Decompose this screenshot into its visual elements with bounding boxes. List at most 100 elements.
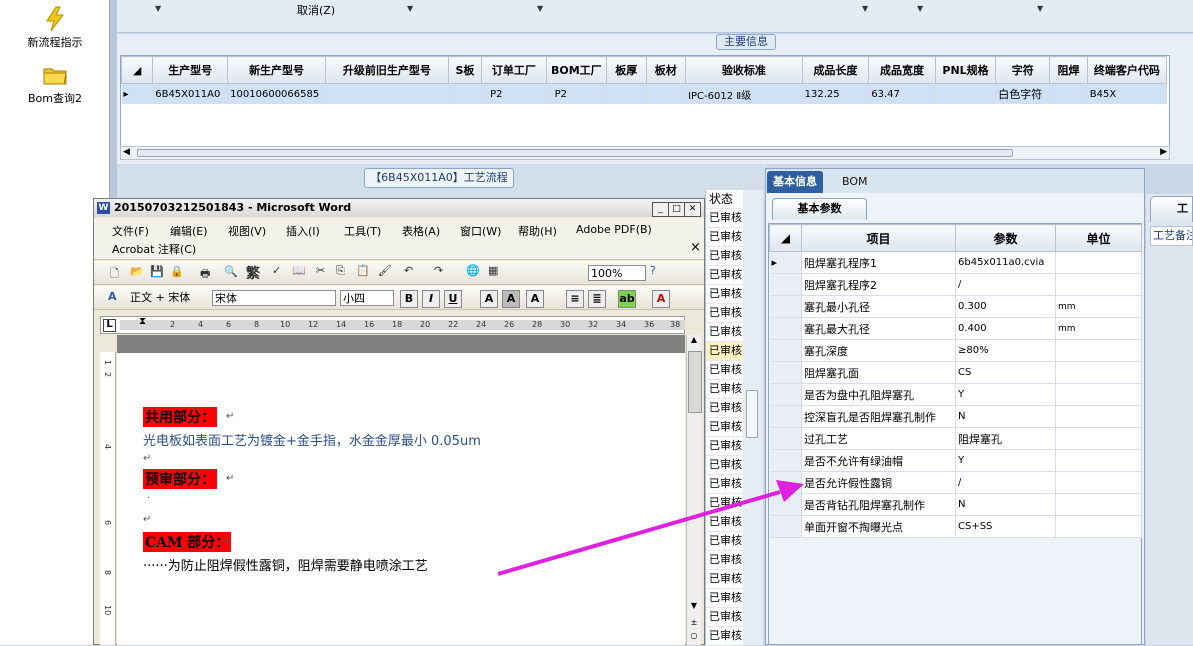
menu-table[interactable]: 表格(A) [402,223,440,239]
table-cell[interactable] [325,83,449,104]
col-header[interactable]: 升级前旧生产型号 [324,56,449,84]
dropdown-arrow-icon[interactable]: ▼ [917,4,923,13]
print-preview-icon[interactable]: 🔍 [224,265,238,278]
row-selector-icon[interactable]: ▸ [769,251,802,274]
table-cell[interactable]: P2 [481,83,547,104]
cancel-button[interactable]: 取消(Z) [297,2,335,18]
col-header[interactable]: PNL规格 [934,56,997,84]
status-cell[interactable]: 已审核 [706,266,744,285]
new-document-icon[interactable]: 🗋 [110,265,119,284]
table-row[interactable]: 是否背钻孔阻焊塞孔制作 N [769,493,1142,516]
status-cell[interactable]: 已审核 [706,380,744,399]
col-header[interactable]: 订单工厂 [481,56,547,84]
table-cell[interactable]: IPC-6012 Ⅱ级 [685,83,803,104]
param-value[interactable]: N [955,493,1056,516]
param-value[interactable]: Y [955,449,1056,472]
table-row[interactable]: ▸ 6B45X011A0 10010600066585 P2 P2 IPC-60… [121,83,1168,104]
prev-page-icon[interactable]: ± [688,618,700,628]
format-painter-icon[interactable]: 🖌 [378,264,392,277]
char-border-button[interactable]: A [480,290,498,308]
col-header[interactable]: 板厚 [605,56,647,84]
col-header[interactable]: 验收标准 [685,56,803,84]
scroll-thumb[interactable] [137,149,1013,157]
col-header[interactable]: 字符 [995,56,1051,84]
underline-button[interactable]: U [444,290,462,308]
paste-icon[interactable]: 📋 [356,264,370,277]
table-row[interactable]: 是否允许假性露铜 / [769,471,1142,494]
col-header[interactable]: 参数 [955,224,1056,252]
status-cell[interactable]: 已审核 [706,247,744,266]
status-header[interactable]: 状态 [706,190,744,209]
undo-icon[interactable]: ↶ [404,264,413,277]
table-row[interactable]: 阻焊塞孔面 CS [769,361,1142,384]
status-cell[interactable]: 已审核 [706,475,744,494]
status-cell[interactable]: 已审核 [706,209,744,228]
col-header[interactable]: 项目 [801,224,956,252]
style-select[interactable]: 正文 + 宋体 [128,290,210,306]
bold-button[interactable]: B [400,290,418,308]
menu-insert[interactable]: 插入(I) [286,223,320,239]
tab-basic-params[interactable]: 基本参数 [772,198,867,220]
status-cell[interactable]: 已审核 [706,551,744,570]
vertical-ruler[interactable] [100,352,116,645]
dropdown-arrow-icon[interactable]: ▼ [537,4,543,13]
param-value[interactable]: ≥80% [955,339,1056,362]
styles-pane-icon[interactable]: A [108,290,117,303]
table-row[interactable]: 塞孔最小孔径 0.300 mm [769,295,1142,318]
scroll-left-icon[interactable]: ◀ [123,147,130,157]
table-row[interactable]: 是否不允许有绿油帽 Y [769,449,1142,472]
status-cell[interactable]: 已审核 [706,323,744,342]
table-row[interactable]: 是否为盘中孔阻焊塞孔 Y [769,383,1142,406]
table-cell[interactable] [646,83,687,104]
param-value[interactable]: / [955,471,1056,494]
hyperlink-icon[interactable]: 🌐 [466,264,480,277]
menu-adobe-pdf[interactable]: Adobe PDF(B) [576,223,652,236]
status-cell[interactable]: 已审核 [706,304,744,323]
col-header[interactable]: 阻焊 [1049,56,1088,84]
table-row[interactable]: 塞孔深度 ≥80% [769,339,1142,362]
copy-icon[interactable]: ⎘ [336,264,345,278]
table-cell[interactable] [1049,83,1088,104]
status-cell[interactable]: 已审核 [706,627,744,646]
print-icon[interactable]: 🖶 [200,265,210,284]
dropdown-arrow-icon[interactable]: ▼ [1037,4,1043,13]
param-value[interactable]: 0.300 [955,295,1056,318]
table-cell[interactable]: 10010600066585 [227,83,326,104]
menu-window[interactable]: 窗口(W) [460,223,501,239]
status-cell[interactable]: 已审核 [706,494,744,513]
col-header[interactable]: 生产型号 [152,56,229,84]
table-cell[interactable]: 白色字符 [995,83,1051,104]
table-cell[interactable]: 132.25 [802,83,870,104]
table-cell[interactable]: B45X [1087,83,1168,104]
maximize-button[interactable]: □ [668,202,685,217]
table-row[interactable]: 塞孔最大孔径 0.400 mm [769,317,1142,340]
dropdown-arrow-icon[interactable]: ▼ [862,4,868,13]
table-cell[interactable] [606,83,647,104]
dropdown-arrow-icon[interactable]: ▼ [155,4,161,13]
menu-view[interactable]: 视图(V) [228,223,266,239]
menu-file[interactable]: 文件(F) [112,223,149,239]
param-value[interactable]: / [955,273,1056,296]
redo-icon[interactable]: ↷ [434,264,443,277]
document-scrollbar[interactable]: ▲ ▼ ± ○ [686,335,702,645]
status-cell[interactable]: 已审核 [706,361,744,380]
table-cell[interactable]: P2 [546,83,607,104]
table-cell[interactable] [935,83,997,104]
table-cell[interactable]: 6B45X011A0 [152,83,229,104]
param-value[interactable]: CS [955,361,1056,384]
status-cell[interactable]: 已审核 [706,228,744,247]
tab-basic-info[interactable]: 基本信息 [767,171,823,193]
permission-icon[interactable]: 🔒 [170,265,184,278]
spelling-icon[interactable]: ✓ [272,264,281,277]
tab-bom[interactable]: BOM [836,171,874,193]
font-size-select[interactable]: 小四 [340,290,394,306]
nav-item-new-flow[interactable]: 新流程指示 [0,6,110,50]
table-cell[interactable] [448,83,483,104]
col-header[interactable]: 板材 [645,56,687,84]
status-cell[interactable]: 已审核 [706,399,744,418]
italic-button[interactable]: I [422,290,440,308]
table-row[interactable]: ▸ 阻焊塞孔程序1 6b45x011a0.cvia [769,251,1142,274]
col-header[interactable]: 成品宽度 [868,56,936,84]
help-icon[interactable]: ? [650,264,656,277]
menu-tools[interactable]: 工具(T) [344,223,381,239]
